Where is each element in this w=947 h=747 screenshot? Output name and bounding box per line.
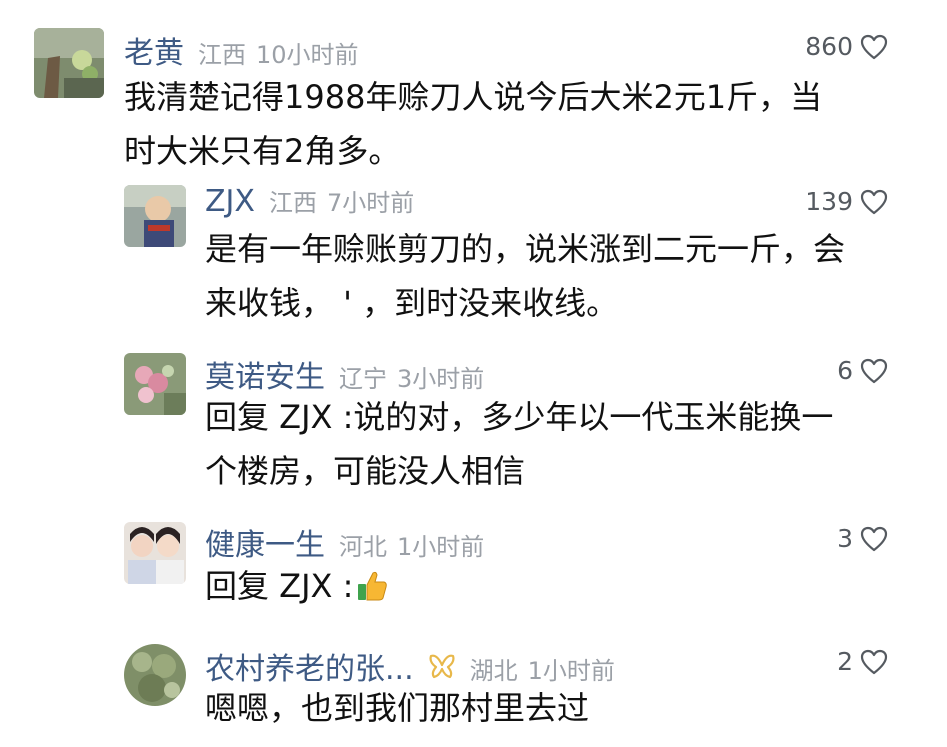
comment-header: ZJX 江西 7小时前 <box>205 183 414 219</box>
comment-text: 回复 ZJX :说的对，多少年以一代玉米能换一 个楼房，可能没人相信 <box>205 390 905 498</box>
like-button[interactable]: 6 <box>837 356 889 385</box>
username[interactable]: ZJX <box>205 184 255 219</box>
avatar[interactable] <box>124 185 186 247</box>
comment-text-line: 回复 ZJX :说的对，多少年以一代玉米能换一 <box>205 398 834 436</box>
comment-text: 我清楚记得1988年赊刀人说今后大米2元1斤，当 时大米只有2角多。 <box>124 70 904 178</box>
comment-header: 健康一生 河北 1小时前 <box>205 520 484 564</box>
comment-text-line: 时大米只有2角多。 <box>124 132 401 170</box>
timestamp: 1小时前 <box>397 533 485 561</box>
location: 辽宁 <box>339 365 387 393</box>
comment-text: 嗯嗯，也到我们那村里去过 <box>205 681 905 735</box>
avatar-image <box>124 644 186 706</box>
username[interactable]: 健康一生 <box>205 520 325 564</box>
location: 江西 <box>268 189 317 217</box>
timestamp: 3小时前 <box>397 365 485 393</box>
ribbon-badge-icon <box>429 654 455 679</box>
location: 江西 <box>198 41 246 69</box>
avatar-image <box>124 185 186 247</box>
comment-text-line: 个楼房，可能没人相信 <box>205 452 526 490</box>
comment-text-line: 嗯嗯，也到我们那村里去过 <box>205 689 590 727</box>
heart-icon[interactable] <box>859 188 889 216</box>
avatar[interactable] <box>124 522 186 584</box>
like-button[interactable]: 139 <box>805 187 889 216</box>
avatar[interactable] <box>34 28 104 98</box>
like-button[interactable]: 2 <box>837 647 889 676</box>
username[interactable]: 老黄 <box>124 28 184 72</box>
like-count: 6 <box>837 356 853 385</box>
comment-text-line: 回复 ZJX : <box>205 559 905 613</box>
comment-text-line: 我清楚记得1988年赊刀人说今后大米2元1斤，当 <box>124 78 823 116</box>
like-count: 3 <box>837 524 853 553</box>
avatar-image <box>124 353 186 415</box>
heart-icon[interactable] <box>859 357 889 385</box>
heart-icon[interactable] <box>859 648 889 676</box>
comment-text-line: 是有一年赊账剪刀的，说米涨到二元一斤，会 <box>205 230 846 268</box>
avatar-image <box>124 522 186 584</box>
comment-text-content: 回复 ZJX : <box>205 567 354 605</box>
comment-header: 老黄 江西 10小时前 <box>124 28 359 72</box>
comment-text: 是有一年赊账剪刀的，说米涨到二元一斤，会 来收钱， ' ，到时没来收线。 <box>205 222 905 330</box>
like-count: 2 <box>837 647 853 676</box>
heart-icon[interactable] <box>859 33 889 61</box>
like-button[interactable]: 3 <box>837 524 889 553</box>
location: 河北 <box>339 533 387 561</box>
timestamp: 10小时前 <box>256 41 359 69</box>
like-count: 139 <box>805 187 853 216</box>
like-button[interactable]: 860 <box>805 32 889 61</box>
avatar-image <box>34 28 104 98</box>
heart-icon[interactable] <box>859 525 889 553</box>
like-count: 860 <box>805 32 853 61</box>
avatar[interactable] <box>124 644 186 706</box>
comment-text: 回复 ZJX : <box>205 559 905 613</box>
thumbs-up-emoji-icon <box>358 571 388 601</box>
avatar[interactable] <box>124 353 186 415</box>
comment-text-line: 来收钱， ' ，到时没来收线。 <box>205 284 619 322</box>
timestamp: 7小时前 <box>326 189 415 217</box>
